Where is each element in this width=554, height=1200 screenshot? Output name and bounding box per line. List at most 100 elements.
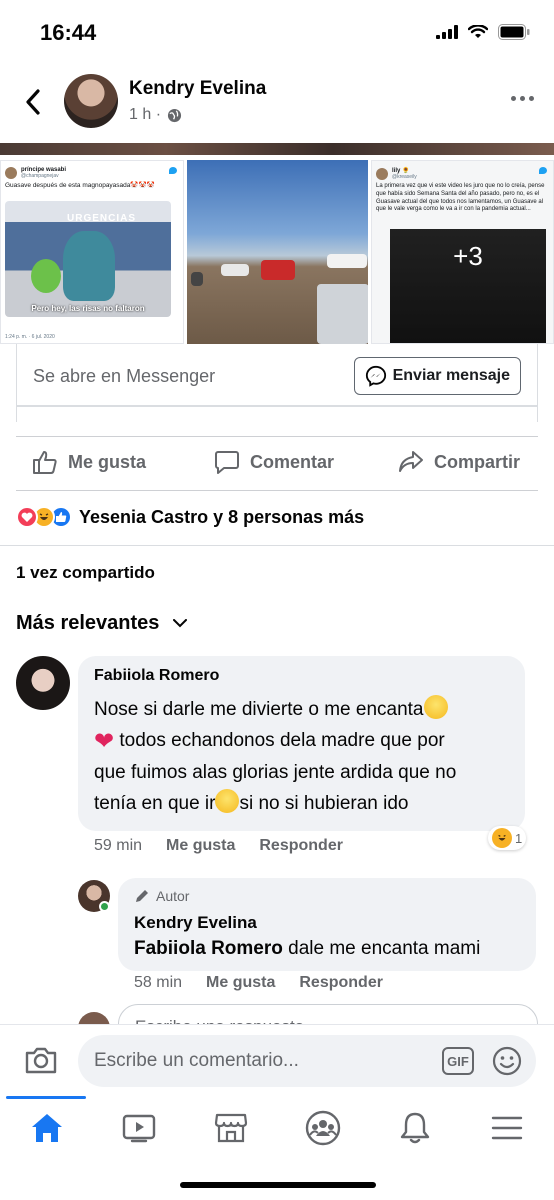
tweet-text: Guasave después de esta magnopayasada🤡🤡🤡	[5, 182, 155, 189]
previous-image-strip	[0, 143, 554, 155]
love-reaction-icon	[16, 506, 38, 528]
status-time: 16:44	[40, 20, 97, 45]
comment-line-4b: si no si hubieran ido	[239, 793, 409, 814]
red-heart-emoji-icon: ❤	[94, 728, 115, 755]
author-badge-label: Autor	[156, 888, 190, 904]
reply-body: dale me encanta mami	[282, 938, 481, 959]
comment-sort-dropdown[interactable]: Más relevantes	[16, 612, 188, 635]
comment-line-2: todos echandonos dela madre que por	[114, 730, 445, 751]
globe-icon	[167, 108, 182, 122]
meme-caption: Pero hey, las risas no faltaron	[31, 304, 145, 313]
comment-button[interactable]: Comentar	[214, 450, 334, 474]
more-images-count[interactable]: +3	[390, 229, 546, 343]
reply-text: Fabiiola Romero dale me encanta mami	[134, 933, 480, 964]
comment-time: 59 min	[94, 837, 143, 854]
nav-home[interactable]	[22, 1108, 72, 1148]
send-message-button[interactable]: Enviar mensaje	[353, 357, 521, 395]
author-avatar[interactable]	[64, 74, 118, 128]
beach-cars-photo	[187, 250, 368, 344]
comment-icon	[215, 451, 239, 474]
comment-input[interactable]: Escribe un comentario... GIF	[78, 1035, 536, 1087]
meme-character-mike	[31, 259, 61, 293]
reply-reply-button[interactable]: Responder	[299, 974, 383, 992]
video-icon	[122, 1114, 156, 1143]
commenter-name[interactable]: Fabiiola Romero	[94, 667, 219, 685]
like-button[interactable]: Me gusta	[32, 450, 146, 474]
wifi-icon	[468, 25, 488, 38]
image-tweet-video[interactable]: lily 🌻 @kreaseily La primera vez que vi …	[371, 160, 554, 344]
tweet-avatar	[376, 167, 388, 180]
nav-menu[interactable]	[482, 1108, 532, 1148]
post-actions: Me gusta Comentar Compartir	[0, 436, 554, 490]
meme-character-sulley	[63, 231, 115, 301]
divider	[0, 545, 554, 546]
bottom-navigation	[0, 1096, 554, 1200]
send-message-label: Enviar mensaje	[392, 367, 510, 384]
reply-like-button[interactable]: Me gusta	[206, 974, 275, 992]
comment-text: Nose si darle me divierte o me encanta ❤…	[94, 694, 456, 819]
nav-watch[interactable]	[114, 1108, 164, 1148]
camera-icon	[25, 1047, 57, 1074]
nav-notifications[interactable]	[390, 1108, 440, 1148]
comment-line-4a: tenía en que ir	[94, 793, 216, 814]
signal-icon	[436, 25, 458, 39]
back-button[interactable]	[18, 84, 48, 120]
hamburger-menu-icon	[491, 1116, 523, 1140]
camera-button[interactable]	[24, 1045, 58, 1080]
comment-reply-button[interactable]: Responder	[259, 837, 343, 855]
share-icon	[399, 451, 423, 472]
tweet-date: 1:24 p. m. · 6 jul. 2020	[5, 334, 55, 340]
nav-groups[interactable]	[298, 1108, 348, 1148]
author-badge: Autor	[134, 888, 189, 904]
reply-time: 58 min	[134, 974, 183, 991]
reply-meta: 58 min Me gusta Responder	[134, 974, 383, 992]
status-icons	[436, 24, 530, 40]
smiley-icon	[492, 1046, 522, 1076]
back-arrow-icon	[26, 89, 40, 115]
more-options-button[interactable]	[511, 96, 534, 101]
active-tab-indicator	[6, 1096, 86, 1099]
comment-reaction-badge[interactable]: 1	[488, 826, 527, 850]
comment-composer: Escribe un comentario... GIF	[0, 1024, 554, 1096]
post-meta: 1 h ·	[129, 106, 182, 124]
meme-image: URGENCIAS Pero hey, las risas no faltaro…	[5, 201, 171, 317]
shares-count[interactable]: 1 vez compartido	[16, 563, 155, 583]
status-bar: 16:44	[0, 0, 554, 64]
comment-like-button[interactable]: Me gusta	[166, 837, 235, 855]
tweet-author: lily 🌻	[392, 168, 410, 174]
chevron-down-icon	[173, 619, 188, 628]
pencil-icon	[136, 890, 148, 902]
reactions-text: Yesenia Castro y 8 personas más	[79, 506, 365, 527]
author-name[interactable]: Kendry Evelina	[129, 78, 266, 100]
image-tweet-meme[interactable]: príncipe wasabi @champagnejav Guasave de…	[0, 160, 184, 344]
twitter-icon	[169, 167, 177, 174]
image-beach-cars[interactable]	[187, 160, 368, 344]
messenger-box: Se abre en Messenger Enviar mensaje	[16, 344, 538, 406]
share-label: Compartir	[434, 451, 521, 472]
home-indicator	[180, 1182, 376, 1188]
groups-icon	[305, 1110, 341, 1146]
gif-button[interactable]: GIF	[442, 1047, 474, 1075]
nav-marketplace[interactable]	[206, 1108, 256, 1148]
share-button[interactable]: Compartir	[398, 450, 520, 474]
commenter-avatar[interactable]	[16, 656, 70, 710]
tweet-text: La primera vez que vi este video les jur…	[376, 183, 545, 213]
battery-icon	[498, 24, 530, 40]
sort-label: Más relevantes	[16, 612, 160, 634]
rofl-emoji-icon	[423, 695, 448, 719]
comment-reaction-count: 1	[515, 830, 523, 846]
reply-mention[interactable]: Fabiiola Romero	[134, 938, 283, 959]
messenger-prompt: Se abre en Messenger	[33, 366, 216, 386]
divider	[16, 490, 538, 491]
tweet-handle: @kreaseily	[392, 174, 417, 180]
reply-author-name[interactable]: Kendry Evelina	[134, 913, 257, 933]
thumbs-up-icon	[33, 451, 57, 474]
tweet-handle: @champagnejav	[21, 173, 59, 179]
tweet-avatar	[5, 167, 17, 179]
post-header: Kendry Evelina 1 h ·	[0, 64, 554, 146]
reactions-summary[interactable]: Yesenia Castro y 8 personas más	[16, 506, 364, 528]
emoji-button[interactable]	[492, 1046, 522, 1081]
messenger-box-bottom	[16, 406, 538, 422]
comment-line-3: que fuimos alas glorias jente ardida que…	[94, 762, 457, 783]
marketplace-icon	[214, 1113, 248, 1143]
